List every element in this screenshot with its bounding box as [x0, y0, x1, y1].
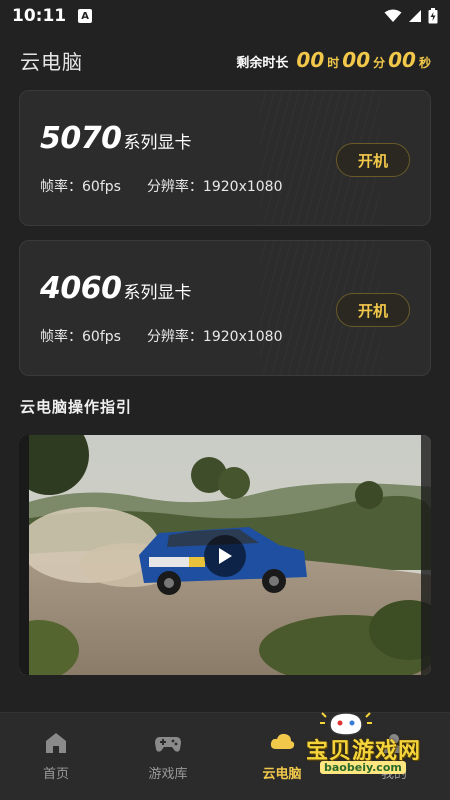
- nav-label-games: 游戏库: [148, 767, 188, 782]
- guide-video[interactable]: [19, 435, 431, 675]
- gamepad-icon: [155, 737, 181, 752]
- remaining-time: 剩余时长 00 时 00 分 00 秒: [236, 48, 432, 72]
- gpu-fps: 帧率：60fps: [40, 329, 121, 345]
- home-icon: [46, 733, 66, 753]
- gpu-card-4060[interactable]: 4060 系列显卡 帧率：60fps 分辨率：1920x1080 开机: [19, 240, 431, 376]
- page-header: 云电脑 剩余时长 00 时 00 分 00 秒: [20, 44, 432, 76]
- power-on-button[interactable]: 开机: [336, 293, 410, 327]
- gpu-series-label: 系列显卡: [123, 283, 192, 303]
- power-on-button[interactable]: 开机: [336, 143, 410, 177]
- gpu-resolution: 分辨率：1920x1080: [146, 329, 283, 345]
- nav-label-home: 首页: [42, 767, 69, 782]
- notification-icon: A: [78, 9, 93, 23]
- timer-seconds-unit: 秒: [418, 56, 431, 70]
- gpu-model: 4060: [40, 271, 122, 306]
- guide-title: 云电脑操作指引: [20, 398, 133, 416]
- gpu-name: 5070 系列显卡: [40, 121, 192, 156]
- page-title: 云电脑: [20, 49, 83, 74]
- gpu-resolution: 分辨率：1920x1080: [146, 179, 283, 195]
- wifi-icon: [384, 9, 402, 22]
- gpu-specs: 帧率：60fps 分辨率：1920x1080: [40, 176, 282, 196]
- timer-minutes: 00: [342, 48, 371, 72]
- signal-icon: [409, 10, 421, 22]
- gpu-model: 5070: [40, 121, 122, 156]
- timer-hours-unit: 时: [327, 56, 340, 70]
- gpu-fps: 帧率：60fps: [40, 179, 121, 195]
- gpu-card-5070[interactable]: 5070 系列显卡 帧率：60fps 分辨率：1920x1080 开机: [19, 90, 431, 226]
- status-time: 10:11: [12, 6, 67, 26]
- gpu-name: 4060 系列显卡: [40, 271, 192, 306]
- gpu-series-label: 系列显卡: [123, 133, 192, 153]
- remaining-time-label: 剩余时长: [236, 56, 289, 71]
- status-icons: [384, 8, 438, 24]
- watermark: 宝贝游戏网 baobeiy.com: [290, 705, 430, 785]
- battery-icon: [428, 8, 438, 24]
- timer-hours: 00: [296, 48, 325, 72]
- nav-item-home[interactable]: 首页: [16, 731, 96, 782]
- timer-minutes-unit: 分: [373, 56, 386, 70]
- play-button[interactable]: [204, 535, 246, 577]
- watermark-url: baobeiy.com: [320, 761, 406, 774]
- timer-seconds: 00: [388, 48, 416, 72]
- play-icon: [219, 548, 232, 564]
- nav-item-games[interactable]: 游戏库: [128, 731, 208, 782]
- gpu-specs: 帧率：60fps 分辨率：1920x1080: [40, 326, 282, 346]
- status-bar: 10:11 A: [0, 0, 450, 32]
